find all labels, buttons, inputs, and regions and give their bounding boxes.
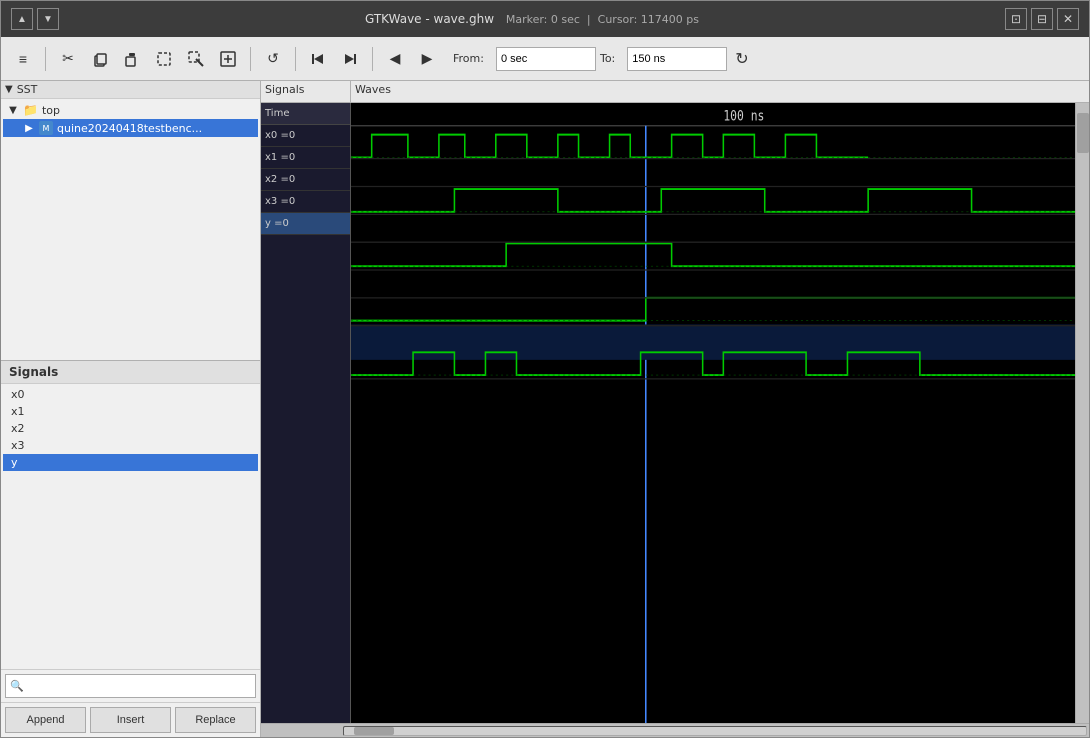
sst-item-label-module: quine20240418testbenc... [57,122,202,135]
signal-item-y[interactable]: y [3,454,258,471]
sst-section: ▼ SST ▼ 📁 top ▶ M quine20240418testbenc.… [1,81,260,361]
waveform-svg: 100 ns [351,103,1075,723]
last-btn[interactable] [336,45,364,73]
module-icon: M [39,121,53,135]
sep1 [45,47,46,71]
titlebar-down-btn[interactable]: ▼ [37,8,59,30]
svg-text:100 ns: 100 ns [723,108,764,124]
signal-row-x2: x2 =0 [261,169,350,191]
sep3 [295,47,296,71]
sw-header-waves-label: Waves [351,81,1089,102]
search-icon: 🔍 [10,680,24,693]
first-btn[interactable] [304,45,332,73]
title-text: GTKWave - wave.ghw [365,12,494,26]
signals-header: Signals [1,361,260,384]
horizontal-scrollbar[interactable] [261,723,1089,737]
vscroll-thumb[interactable] [1077,113,1089,153]
bottom-buttons: Append Insert Replace [1,702,260,737]
main-window: ▲ ▼ GTKWave - wave.ghw Marker: 0 sec | C… [0,0,1090,738]
signal-label-x3: x3 [11,439,25,452]
row-label-x2: x2 =0 [265,174,295,185]
from-to-group: From: 0 sec To: 150 ns [453,47,727,71]
close-btn[interactable]: ✕ [1057,8,1079,30]
expand-icon-top: ▼ [7,104,19,116]
signals-section: Signals x0 x1 x2 x3 y [1,361,260,737]
signal-row-y: y =0 [261,213,350,235]
signal-row-x0: x0 =0 [261,125,350,147]
signal-item-x3[interactable]: x3 [3,437,258,454]
menu-btn[interactable]: ≡ [9,45,37,73]
signal-row-x1: x1 =0 [261,147,350,169]
cut-btn[interactable]: ✂ [54,45,82,73]
zoom-fit-btn[interactable] [214,45,242,73]
signal-item-x2[interactable]: x2 [3,420,258,437]
signal-row-time: Time [261,103,350,125]
titlebar-left-controls: ▲ ▼ [11,8,59,30]
search-input[interactable] [5,674,256,698]
signal-rows: Time x0 =0 x1 =0 x2 =0 x3 =0 y [261,103,351,723]
to-input[interactable]: 150 ns [627,47,727,71]
main-content: ▼ SST ▼ 📁 top ▶ M quine20240418testbenc.… [1,81,1089,737]
sst-tree-item-module[interactable]: ▶ M quine20240418testbenc... [3,119,258,137]
to-label: To: [600,52,615,65]
titlebar: ▲ ▼ GTKWave - wave.ghw Marker: 0 sec | C… [1,1,1089,37]
sep2 [250,47,251,71]
left-panel: ▼ SST ▼ 📁 top ▶ M quine20240418testbenc.… [1,81,261,737]
separator: | [587,13,591,26]
sst-item-label-top: top [42,104,60,117]
right-panel: Signals Waves Time x0 =0 x1 =0 [261,81,1089,737]
titlebar-title: GTKWave - wave.ghw Marker: 0 sec | Curso… [59,12,1005,26]
sst-label: SST [17,83,38,96]
minimize-btn[interactable]: ⊡ [1005,8,1027,30]
sst-header: ▼ SST [1,81,260,99]
signal-label-x1: x1 [11,405,25,418]
from-label: From: [453,52,484,65]
row-label-x1: x1 =0 [265,152,295,163]
refresh-btn[interactable]: ↻ [735,49,748,69]
titlebar-subtitle: Marker: 0 sec | Cursor: 117400 ps [506,13,699,26]
next-btn[interactable]: ▶ [413,45,441,73]
sw-content: Time x0 =0 x1 =0 x2 =0 x3 =0 y [261,103,1089,723]
row-label-y: y =0 [265,218,289,229]
signals-list[interactable]: x0 x1 x2 x3 y [1,384,260,669]
insert-btn[interactable]: Insert [90,707,171,733]
sst-tree-item-top[interactable]: ▼ 📁 top [3,101,258,119]
paste-btn[interactable] [118,45,146,73]
scrollbar-track[interactable] [343,726,1087,736]
toolbar: ≡ ✂ ↺ ◀ ▶ From: 0 sec [1,37,1089,81]
sw-header: Signals Waves [261,81,1089,103]
search-bar: 🔍 [1,669,260,702]
select-all-btn[interactable] [150,45,178,73]
replace-btn[interactable]: Replace [175,707,256,733]
signal-label-x0: x0 [11,388,25,401]
prev-btn[interactable]: ◀ [381,45,409,73]
signal-item-x1[interactable]: x1 [3,403,258,420]
sep4 [372,47,373,71]
sw-header-signals-label: Signals [261,81,351,102]
search-wrapper: 🔍 [5,674,256,698]
sst-tree[interactable]: ▼ 📁 top ▶ M quine20240418testbenc... [1,99,260,360]
signal-item-x0[interactable]: x0 [3,386,258,403]
waveform-area[interactable]: 100 ns [351,103,1075,723]
row-label-x0: x0 =0 [265,130,295,141]
select-rect-btn[interactable] [182,45,210,73]
titlebar-controls: ⊡ ⊟ ✕ [1005,8,1079,30]
signal-label-y: y [11,456,18,469]
titlebar-up-btn[interactable]: ▲ [11,8,33,30]
from-input[interactable]: 0 sec [496,47,596,71]
marker-text: Marker: 0 sec [506,13,580,26]
expand-icon-module: ▶ [23,122,35,134]
folder-icon-top: 📁 [23,103,38,117]
maximize-btn[interactable]: ⊟ [1031,8,1053,30]
vertical-scrollbar[interactable] [1075,103,1089,723]
signal-row-x3: x3 =0 [261,191,350,213]
time-header-label: Time [265,108,289,119]
copy-btn[interactable] [86,45,114,73]
row-label-x3: x3 =0 [265,196,295,207]
undo-btn[interactable]: ↺ [259,45,287,73]
scrollbar-thumb[interactable] [354,727,394,735]
cursor-text: Cursor: 117400 ps [598,13,699,26]
append-btn[interactable]: Append [5,707,86,733]
signal-label-x2: x2 [11,422,25,435]
